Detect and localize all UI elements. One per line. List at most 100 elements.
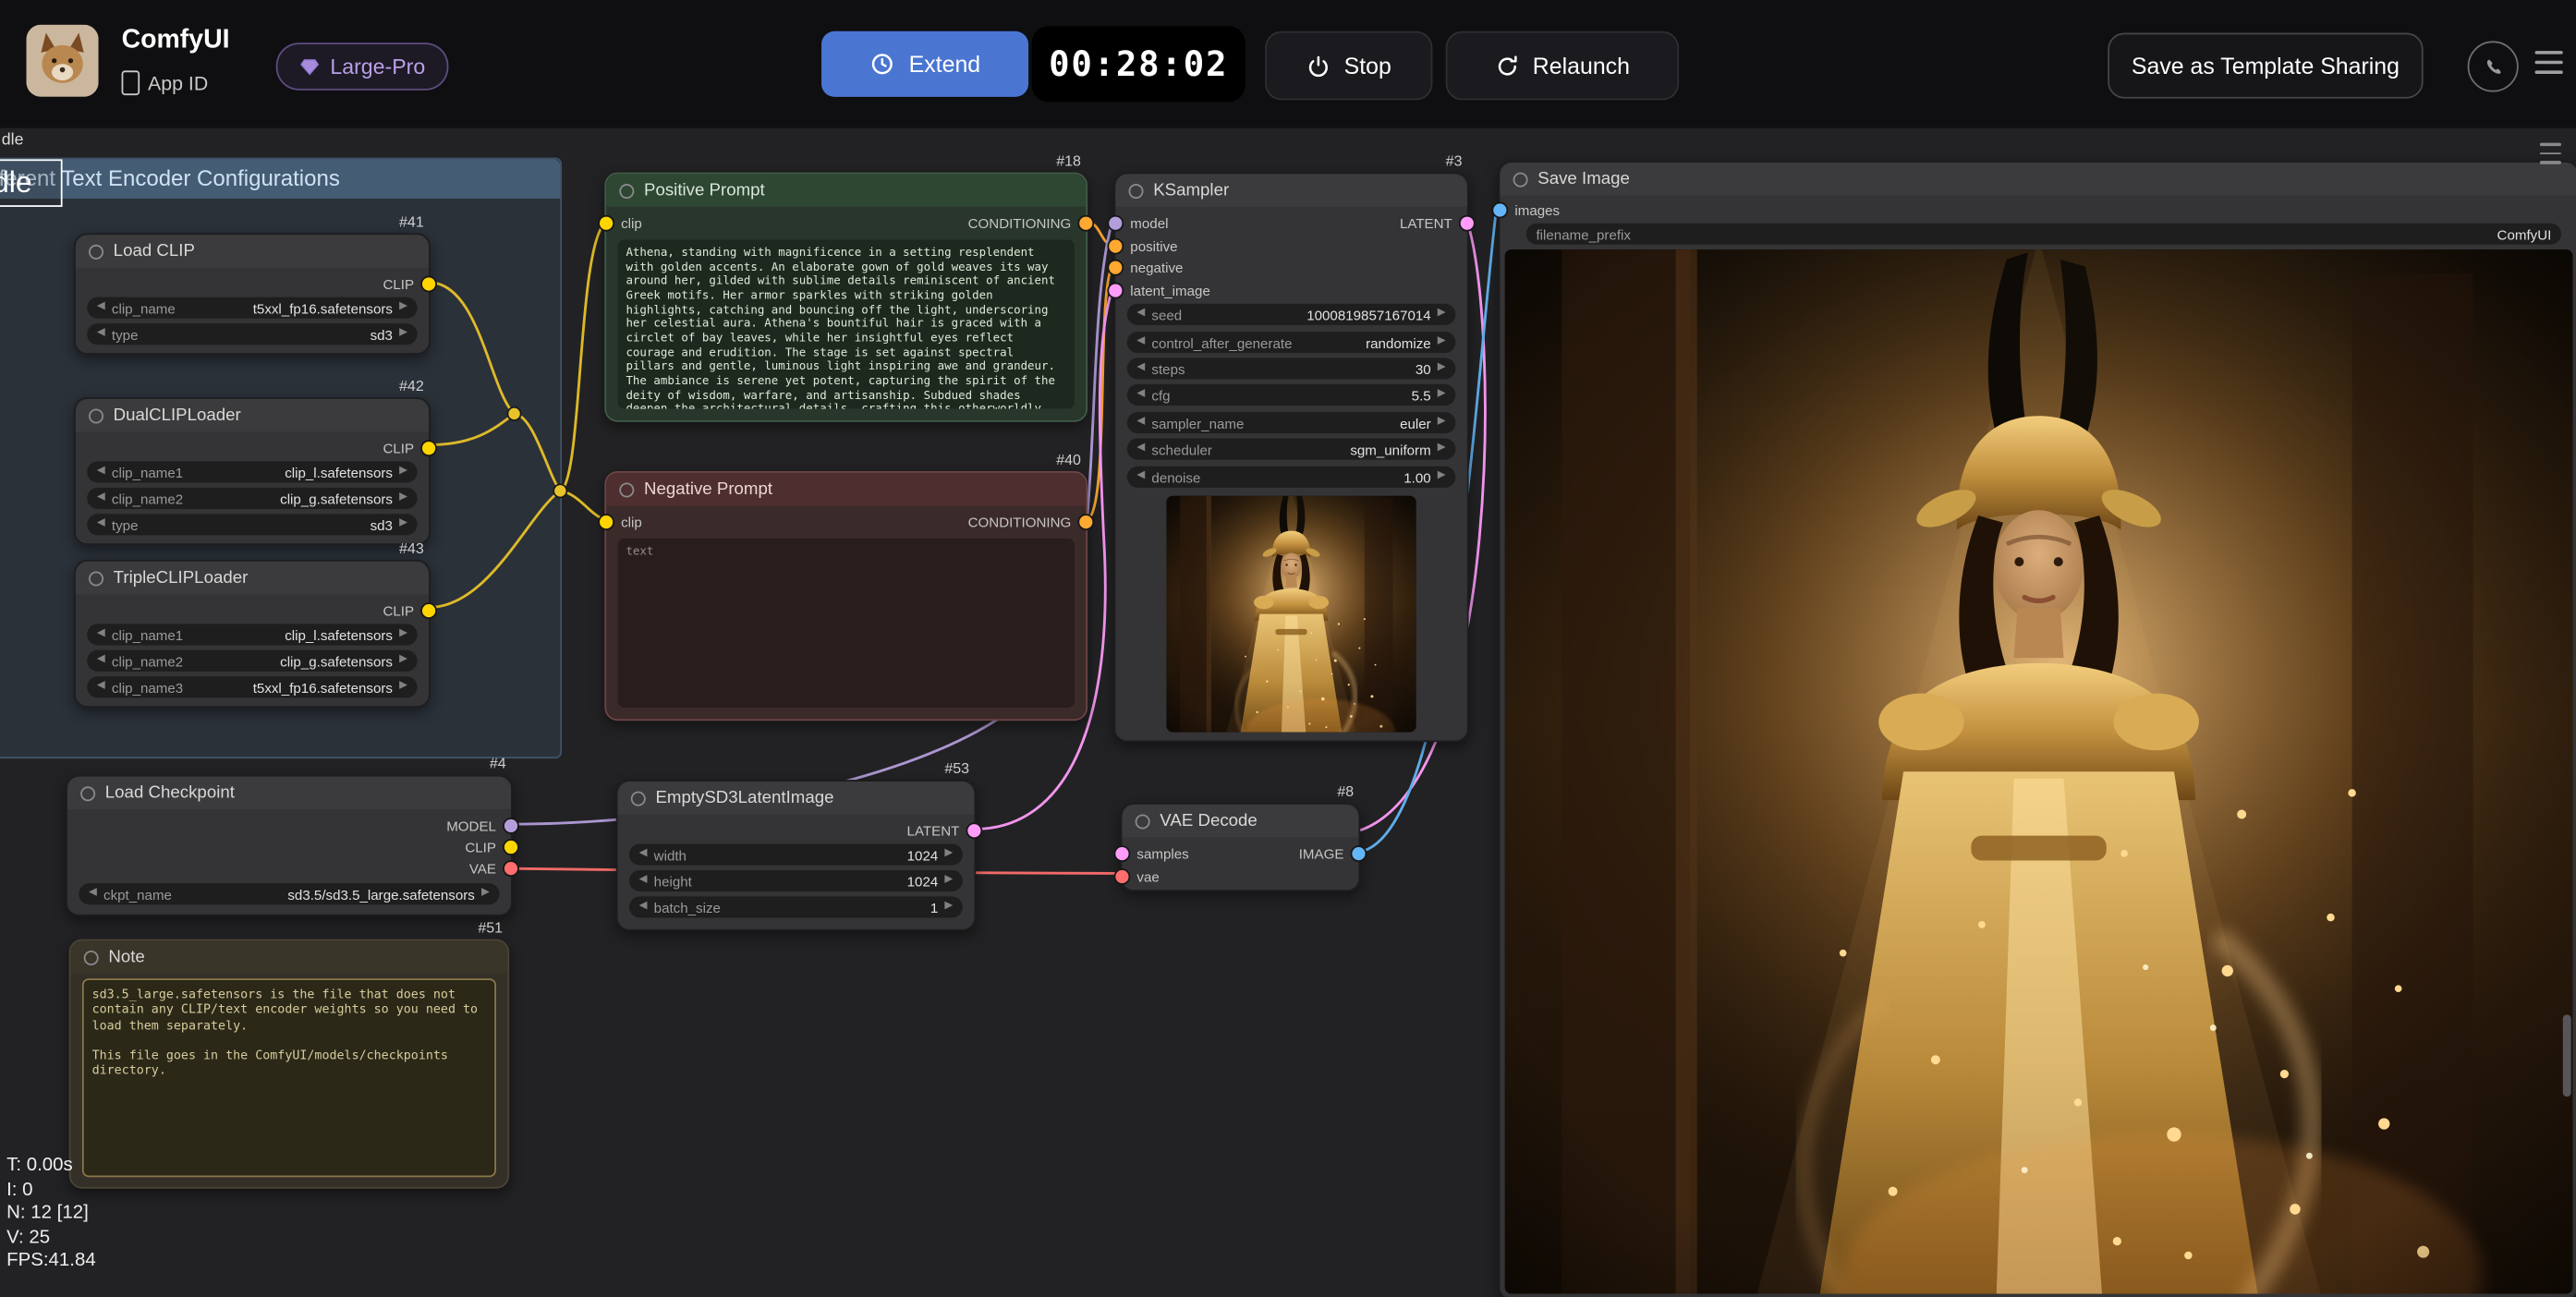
node-positive-prompt[interactable]: #18 Positive Prompt clip CONDITIONING At… — [604, 173, 1088, 422]
note-textarea[interactable]: sd3.5_large.safetensors is the file that… — [82, 978, 496, 1177]
node-header[interactable]: Save Image — [1500, 163, 2576, 196]
node-header[interactable]: VAE Decode — [1122, 805, 1358, 838]
node-header[interactable]: EmptySD3LatentImage — [618, 782, 975, 815]
node-load-clip[interactable]: #41 Load CLIP CLIP ◀ clip_name t5xxl_fp1… — [74, 233, 431, 355]
node-dual-clip-loader[interactable]: #42 DualCLIPLoader CLIP ◀ clip_name1 cli… — [74, 397, 431, 545]
stepper-right-icon[interactable]: ▶ — [1438, 443, 1446, 455]
node-header[interactable]: Positive Prompt — [606, 174, 1086, 207]
conditioning-output-pin[interactable] — [1077, 514, 1094, 530]
stepper-right-icon[interactable]: ▶ — [399, 682, 407, 693]
widget-sampler-name[interactable]: ◀ sampler_name euler ▶ — [1127, 412, 1456, 433]
stepper-right-icon[interactable]: ▶ — [399, 467, 407, 478]
node-vae-decode[interactable]: #8 VAE Decode samples vae IMAGE — [1121, 803, 1361, 891]
node-header[interactable]: Note — [70, 940, 507, 974]
node-ksampler[interactable]: #3 KSampler model positive negative late… — [1114, 173, 1469, 743]
clip-input-pin[interactable] — [598, 514, 614, 530]
stepper-left-icon[interactable]: ◀ — [1136, 472, 1145, 483]
widget-type[interactable]: ◀ type sd3 ▶ — [87, 514, 417, 535]
conditioning-output-pin[interactable] — [1077, 215, 1094, 232]
widget-seed[interactable]: ◀ seed 1000819857167014 ▶ — [1127, 304, 1456, 325]
negative-input-pin[interactable] — [1107, 260, 1124, 276]
node-header[interactable]: KSampler — [1115, 174, 1467, 207]
stepper-left-icon[interactable]: ◀ — [97, 302, 105, 313]
widget-width[interactable]: ◀ width 1024 ▶ — [629, 843, 963, 865]
widget-clip-name2[interactable]: ◀ clip_name2 clip_g.safetensors ▶ — [87, 488, 417, 509]
collapse-dot[interactable] — [84, 950, 99, 964]
node-save-image[interactable]: Save Image images filename_prefix ComfyU… — [1499, 161, 2576, 1297]
widget-clip-name2[interactable]: ◀ clip_name2 clip_g.safetensors ▶ — [87, 650, 417, 672]
widget-cfg[interactable]: ◀ cfg 5.5 ▶ — [1127, 384, 1456, 406]
stepper-left-icon[interactable]: ◀ — [1136, 390, 1145, 401]
node-note[interactable]: #51 Note sd3.5_large.safetensors is the … — [69, 939, 510, 1189]
stepper-right-icon[interactable]: ▶ — [481, 889, 490, 900]
model-output-pin[interactable] — [503, 818, 519, 834]
stepper-left-icon[interactable]: ◀ — [1136, 363, 1145, 374]
widget-scheduler[interactable]: ◀ scheduler sgm_uniform ▶ — [1127, 439, 1456, 460]
stepper-left-icon[interactable]: ◀ — [1136, 337, 1145, 348]
canvas-menu-icon[interactable] — [2540, 143, 2561, 164]
stepper-right-icon[interactable]: ▶ — [1438, 309, 1446, 321]
widget-steps[interactable]: ◀ steps 30 ▶ — [1127, 358, 1456, 379]
stepper-right-icon[interactable]: ▶ — [399, 656, 407, 667]
widget-clip-name[interactable]: ◀ clip_name t5xxl_fp16.safetensors ▶ — [87, 297, 417, 319]
collapse-dot[interactable] — [631, 791, 646, 806]
model-input-pin[interactable] — [1107, 215, 1124, 232]
stepper-right-icon[interactable]: ▶ — [944, 876, 953, 887]
stepper-right-icon[interactable]: ▶ — [399, 302, 407, 313]
stepper-right-icon[interactable]: ▶ — [399, 519, 407, 530]
latent-output-pin[interactable] — [966, 822, 982, 839]
stepper-left-icon[interactable]: ◀ — [97, 682, 105, 693]
node-header[interactable]: DualCLIPLoader — [76, 399, 429, 432]
clip-output-pin[interactable] — [420, 602, 437, 619]
vertical-scrollbar[interactable] — [2563, 1014, 2571, 1097]
stepper-left-icon[interactable]: ◀ — [1136, 309, 1145, 321]
latent-input-pin[interactable] — [1107, 283, 1124, 299]
link-clip-positive[interactable] — [560, 222, 606, 491]
widget-denoise[interactable]: ◀ denoise 1.00 ▶ — [1127, 467, 1456, 488]
node-header[interactable]: Load CLIP — [76, 235, 429, 268]
node-header[interactable]: Load Checkpoint — [67, 777, 511, 810]
stepper-right-icon[interactable]: ▶ — [1438, 390, 1446, 401]
widget-ckpt-name[interactable]: ◀ ckpt_name sd3.5/sd3.5_large.safetensor… — [79, 883, 499, 904]
menu-icon[interactable] — [2535, 51, 2563, 74]
clip-output-pin[interactable] — [420, 440, 437, 456]
stepper-left-icon[interactable]: ◀ — [639, 902, 648, 913]
clip-output-pin[interactable] — [420, 276, 437, 293]
app-id[interactable]: App ID — [122, 70, 209, 95]
stepper-left-icon[interactable]: ◀ — [97, 467, 105, 478]
node-load-checkpoint[interactable]: #4 Load Checkpoint MODEL CLIP VAE ◀ ckpt… — [66, 775, 513, 916]
widget-clip-name1[interactable]: ◀ clip_name1 clip_l.safetensors ▶ — [87, 461, 417, 482]
widget-control-after-generate[interactable]: ◀ control_after_generate randomize ▶ — [1127, 332, 1456, 353]
stepper-right-icon[interactable]: ▶ — [1438, 418, 1446, 429]
stepper-left-icon[interactable]: ◀ — [1136, 443, 1145, 455]
stepper-right-icon[interactable]: ▶ — [1438, 363, 1446, 374]
latent-output-pin[interactable] — [1459, 215, 1476, 232]
stepper-left-icon[interactable]: ◀ — [1136, 418, 1145, 429]
stepper-right-icon[interactable]: ▶ — [1438, 337, 1446, 348]
clip-output-pin[interactable] — [503, 839, 519, 855]
node-header[interactable]: TripleCLIPLoader — [76, 562, 429, 595]
node-triple-clip-loader[interactable]: #43 TripleCLIPLoader CLIP ◀ clip_name1 c… — [74, 560, 431, 708]
widget-height[interactable]: ◀ height 1024 ▶ — [629, 870, 963, 891]
vae-input-pin[interactable] — [1114, 868, 1131, 885]
widget-clip-name3[interactable]: ◀ clip_name3 t5xxl_fp16.safetensors ▶ — [87, 676, 417, 697]
stepper-right-icon[interactable]: ▶ — [944, 902, 953, 913]
stepper-right-icon[interactable]: ▶ — [1438, 472, 1446, 483]
link-conditioning-negative[interactable] — [1086, 266, 1112, 520]
positive-input-pin[interactable] — [1107, 238, 1124, 255]
widget-clip-name1[interactable]: ◀ clip_name1 clip_l.safetensors ▶ — [87, 624, 417, 645]
widget-filename-prefix[interactable]: filename_prefix ComfyUI — [1526, 224, 2561, 245]
clip-input-pin[interactable] — [598, 215, 614, 232]
collapse-dot[interactable] — [619, 482, 634, 497]
stepper-right-icon[interactable]: ▶ — [399, 493, 407, 504]
contact-phone-button[interactable] — [2468, 41, 2519, 91]
image-input-pin[interactable] — [1491, 202, 1508, 219]
widget-type[interactable]: ◀ type sd3 ▶ — [87, 323, 417, 345]
stepper-left-icon[interactable]: ◀ — [97, 656, 105, 667]
stepper-left-icon[interactable]: ◀ — [89, 889, 97, 900]
stepper-right-icon[interactable]: ▶ — [399, 629, 407, 640]
collapse-dot[interactable] — [1129, 183, 1144, 198]
collapse-dot[interactable] — [1136, 814, 1150, 829]
save-as-template-button[interactable]: Save as Template Sharing — [2108, 33, 2423, 99]
node-empty-sd3-latent-image[interactable]: #53 EmptySD3LatentImage LATENT ◀ width 1… — [616, 780, 976, 931]
